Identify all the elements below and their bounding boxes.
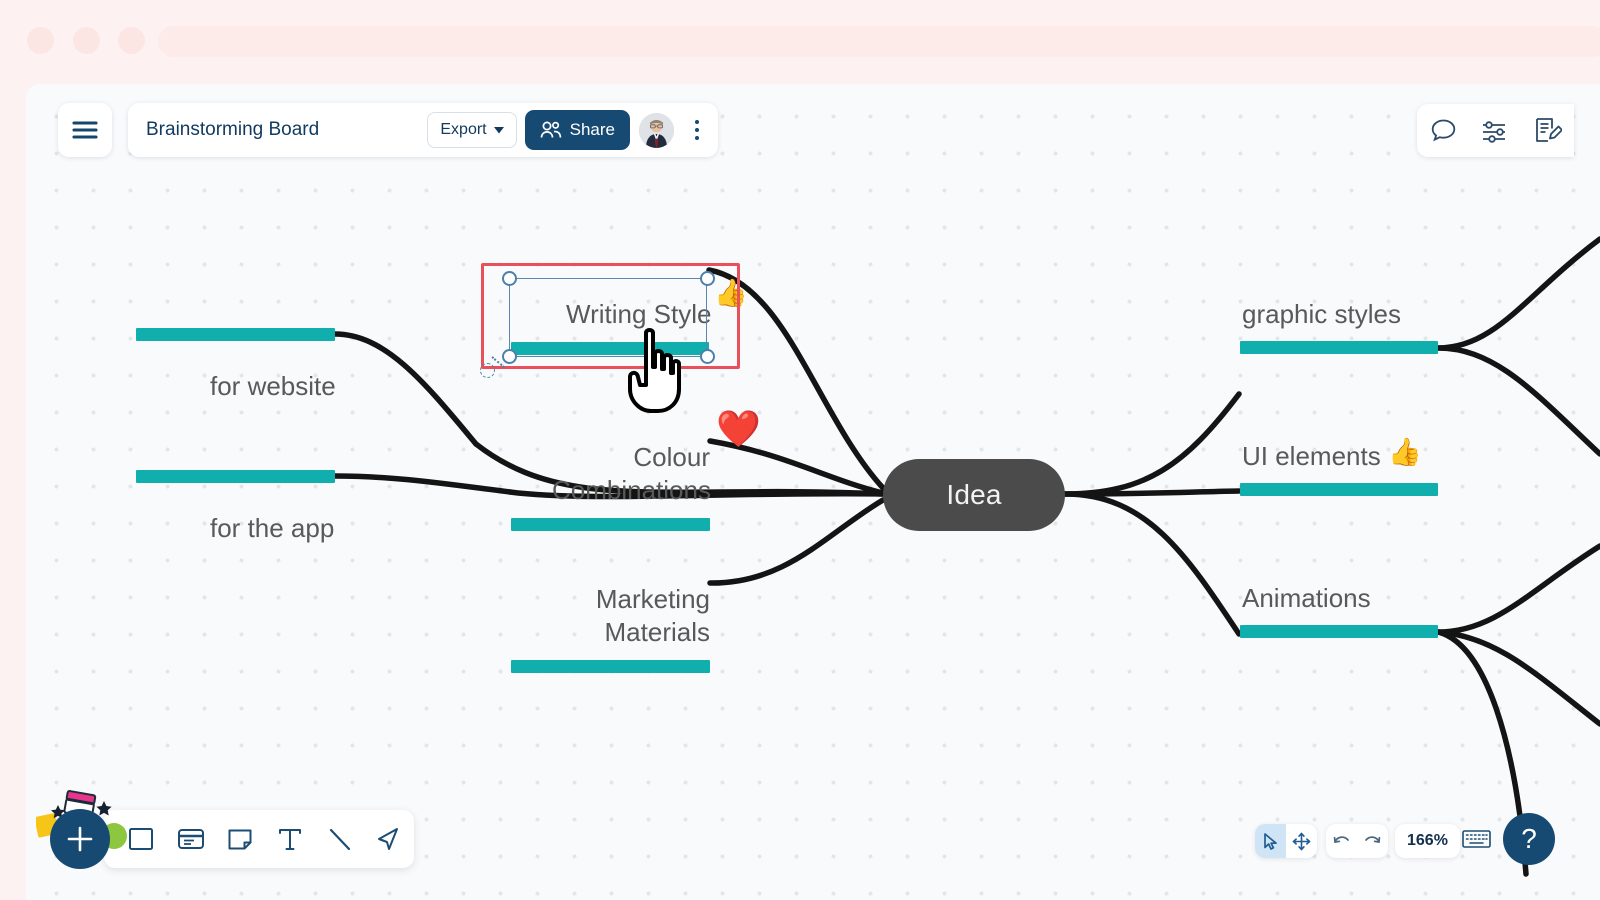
text-tool[interactable]	[265, 826, 315, 852]
hamburger-icon	[72, 121, 98, 139]
board-titlebar: Brainstorming Board Export Share	[128, 103, 718, 157]
undo-button[interactable]	[1326, 824, 1357, 858]
board-more-options-button[interactable]	[682, 110, 712, 150]
resize-handle-top-left[interactable]	[502, 271, 517, 286]
window-maximize-button[interactable]	[118, 27, 145, 54]
line-icon	[329, 828, 350, 851]
window-minimize-button[interactable]	[73, 27, 100, 54]
line-tool[interactable]	[315, 826, 365, 852]
node-bar-colour-combinations[interactable]	[511, 518, 710, 531]
share-label: Share	[569, 120, 615, 139]
people-icon	[540, 121, 561, 138]
export-label: Export	[440, 121, 487, 138]
caret-down-icon	[493, 126, 504, 133]
text-icon	[278, 829, 301, 850]
emoji-heart-colour-combinations[interactable]: ❤️	[716, 408, 761, 450]
top-right-toolbar	[1417, 104, 1574, 157]
redo-button[interactable]	[1357, 824, 1388, 858]
node-label-graphic-styles[interactable]: graphic styles	[1242, 298, 1401, 330]
node-bar-for-website[interactable]	[136, 328, 335, 341]
zoom-level-label: 166%	[1407, 832, 1448, 849]
card-icon	[177, 829, 204, 849]
node-label-colour-combinations[interactable]: Colour Combinations	[552, 441, 711, 507]
comment-bubble-icon	[1431, 119, 1455, 141]
select-tool-button[interactable]	[1255, 824, 1286, 858]
rotate-handle[interactable]	[480, 363, 495, 378]
marker-pen-icon	[378, 828, 399, 850]
board-settings-button[interactable]	[1469, 119, 1521, 143]
notes-button[interactable]	[1522, 117, 1574, 144]
node-label-for-website[interactable]: for website	[210, 370, 336, 402]
keyboard-icon	[1462, 830, 1491, 848]
center-node-idea[interactable]: Idea	[883, 459, 1065, 531]
node-bar-animations[interactable]	[1240, 625, 1438, 638]
window-close-button[interactable]	[27, 27, 54, 54]
sliders-icon	[1483, 120, 1506, 143]
marker-tool[interactable]	[364, 826, 414, 852]
browser-window-chrome	[0, 0, 1600, 84]
card-tool[interactable]	[166, 826, 216, 852]
plus-icon	[67, 826, 93, 852]
help-label: ?	[1521, 823, 1537, 854]
move-arrows-icon	[1292, 832, 1311, 850]
emoji-thumbs-up-ui-elements[interactable]: 👍	[1388, 436, 1422, 468]
zoom-level-control[interactable]: 166%	[1395, 824, 1460, 858]
resize-handle-bottom-right[interactable]	[700, 349, 715, 364]
node-bar-graphic-styles[interactable]	[1240, 341, 1438, 354]
history-group	[1326, 824, 1388, 858]
node-label-animations[interactable]: Animations	[1242, 582, 1371, 614]
resize-handle-bottom-left[interactable]	[502, 349, 517, 364]
mouse-cursor-pointer-hand	[628, 328, 681, 413]
vertical-dots-icon	[695, 120, 699, 124]
redo-arrow-icon	[1365, 836, 1381, 843]
vertical-dots-icon	[695, 128, 699, 132]
resize-handle-top-right[interactable]	[700, 271, 715, 286]
board-title[interactable]: Brainstorming Board	[146, 119, 427, 141]
mindmap-canvas[interactable]: for website for the app Writing Style 👍 …	[26, 84, 1600, 900]
node-bar-ui-elements[interactable]	[1240, 483, 1438, 496]
shape-toolbar	[104, 810, 414, 868]
add-element-button[interactable]	[50, 809, 110, 869]
node-label-ui-elements[interactable]: UI elements	[1242, 440, 1381, 472]
sticky-note-tool[interactable]	[215, 826, 265, 852]
cursor-arrow-icon	[1264, 832, 1277, 850]
avatar-photo	[639, 112, 674, 148]
center-node-label: Idea	[946, 479, 1002, 510]
avatar[interactable]	[639, 112, 674, 148]
vertical-dots-icon	[695, 136, 699, 140]
node-label-for-the-app[interactable]: for the app	[210, 512, 334, 544]
pan-tool-button[interactable]	[1286, 824, 1317, 858]
keyboard-shortcuts-button[interactable]	[1462, 828, 1491, 850]
export-button[interactable]: Export	[427, 112, 517, 148]
undo-arrow-icon	[1333, 836, 1349, 843]
node-bar-for-the-app[interactable]	[136, 470, 335, 483]
comments-button[interactable]	[1417, 118, 1469, 144]
main-menu-button[interactable]	[58, 103, 112, 157]
share-button[interactable]: Share	[524, 110, 630, 150]
help-button[interactable]: ?	[1503, 813, 1555, 865]
note-edit-icon	[1535, 118, 1562, 142]
node-label-marketing-materials[interactable]: Marketing Materials	[552, 583, 710, 649]
pointer-tool-group	[1255, 824, 1317, 858]
address-bar[interactable]	[158, 26, 1600, 57]
node-bar-marketing-materials[interactable]	[511, 660, 710, 673]
sticky-note-icon	[228, 829, 252, 850]
